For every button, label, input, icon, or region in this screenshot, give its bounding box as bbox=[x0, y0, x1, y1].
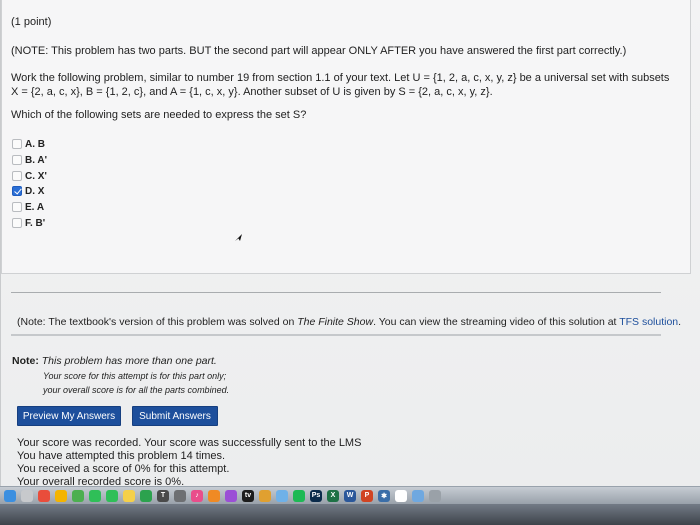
attempts-message: You have attempted this problem 14 times… bbox=[17, 450, 226, 462]
numbers-icon[interactable] bbox=[140, 489, 152, 502]
folder-icon[interactable] bbox=[412, 489, 424, 502]
textbook-note: (Note: The textbook's version of this pr… bbox=[17, 316, 681, 329]
itunes-icon[interactable]: ♪ bbox=[191, 489, 203, 502]
option-a-label: A. B bbox=[25, 138, 45, 150]
note-label: Note: bbox=[12, 355, 39, 367]
chrome-icon[interactable] bbox=[38, 489, 50, 502]
problem-intro-line2: X = {2, a, c, x}, B = {1, 2, c}, and A =… bbox=[11, 86, 493, 98]
macos-dock: T ♪ tv Ps X W P ✱ bbox=[0, 486, 700, 525]
ibooks-icon[interactable] bbox=[208, 489, 220, 502]
calendar-icon[interactable] bbox=[395, 489, 407, 502]
option-e-label: E. A bbox=[25, 201, 45, 213]
option-c-label: C. X' bbox=[25, 170, 47, 182]
bluetooth-icon[interactable]: ✱ bbox=[378, 489, 390, 502]
option-f[interactable]: F. B' bbox=[12, 216, 45, 230]
option-a[interactable]: A. B bbox=[12, 137, 45, 151]
note-text: This problem has more than one part. bbox=[38, 355, 217, 367]
facetime-icon[interactable] bbox=[106, 489, 118, 502]
problem-intro-line1: Work the following problem, similar to n… bbox=[11, 72, 670, 84]
submit-answers-button[interactable]: Submit Answers bbox=[132, 406, 218, 426]
fonts-icon[interactable]: T bbox=[157, 489, 169, 502]
option-e[interactable]: E. A bbox=[12, 200, 44, 214]
launchpad-icon[interactable] bbox=[21, 489, 33, 502]
option-b-label: B. A' bbox=[25, 154, 48, 166]
dock-icons: T ♪ tv Ps X W P ✱ bbox=[0, 487, 700, 504]
webwork-page: (1 point) (NOTE: This problem has two pa… bbox=[0, 0, 700, 486]
score-recorded-message: Your score was recorded. Your score was … bbox=[17, 437, 362, 449]
photos-icon[interactable] bbox=[55, 489, 67, 502]
tv-icon[interactable]: tv bbox=[242, 489, 254, 502]
textbook-note-box: (Note: The textbook's version of this pr… bbox=[11, 300, 681, 336]
app-icon[interactable] bbox=[259, 489, 271, 502]
option-d-label: D. X bbox=[25, 185, 45, 197]
option-f-label: F. B' bbox=[25, 217, 46, 229]
powerpoint-icon[interactable]: P bbox=[361, 489, 373, 502]
finder-icon[interactable] bbox=[4, 489, 16, 502]
textbook-note-suffix: . bbox=[678, 316, 682, 328]
score-note-line2: your overall score is for all the parts … bbox=[43, 385, 230, 395]
option-e-checkbox[interactable] bbox=[12, 202, 22, 212]
option-a-checkbox[interactable] bbox=[12, 139, 22, 149]
settings-icon[interactable] bbox=[174, 489, 186, 502]
word-icon[interactable]: W bbox=[344, 489, 356, 502]
photoshop-icon[interactable]: Ps bbox=[310, 489, 322, 502]
mouse-cursor-icon bbox=[235, 234, 242, 241]
score-note-line1: Your score for this attempt is for this … bbox=[43, 371, 227, 381]
multipart-note: Note: This problem has more than one par… bbox=[12, 355, 217, 368]
points-label: (1 point) bbox=[11, 16, 52, 28]
divider bbox=[11, 292, 661, 293]
notes-icon[interactable] bbox=[123, 489, 135, 502]
spotify-icon[interactable] bbox=[293, 489, 305, 502]
two-parts-note: (NOTE: This problem has two parts. BUT t… bbox=[11, 45, 627, 57]
trash-icon[interactable] bbox=[429, 489, 441, 502]
tfs-solution-link[interactable]: TFS solution bbox=[619, 316, 678, 328]
textbook-note-prefix: (Note: The textbook's version of this pr… bbox=[17, 316, 298, 328]
option-b-checkbox[interactable] bbox=[12, 155, 22, 165]
option-b[interactable]: B. A' bbox=[12, 153, 47, 167]
option-d-checkbox[interactable] bbox=[12, 186, 22, 196]
maps2-icon[interactable] bbox=[276, 489, 288, 502]
question-text: Which of the following sets are needed t… bbox=[11, 109, 307, 121]
messages-icon[interactable] bbox=[89, 489, 101, 502]
textbook-note-middle: . You can view the streaming video of th… bbox=[373, 316, 620, 328]
overall-score-message: Your overall recorded score is 0%. bbox=[17, 476, 185, 485]
problem-box: (1 point) (NOTE: This problem has two pa… bbox=[1, 0, 691, 274]
podcasts-icon[interactable] bbox=[225, 489, 237, 502]
score-received-message: You received a score of 0% for this atte… bbox=[17, 463, 230, 475]
maps-icon[interactable] bbox=[72, 489, 84, 502]
option-c-checkbox[interactable] bbox=[12, 171, 22, 181]
option-c[interactable]: C. X' bbox=[12, 169, 47, 183]
preview-answers-button[interactable]: Preview My Answers bbox=[17, 406, 121, 426]
excel-icon[interactable]: X bbox=[327, 489, 339, 502]
option-d[interactable]: D. X bbox=[12, 184, 44, 198]
finite-show-title: The Finite Show bbox=[297, 316, 374, 328]
option-f-checkbox[interactable] bbox=[12, 218, 22, 228]
